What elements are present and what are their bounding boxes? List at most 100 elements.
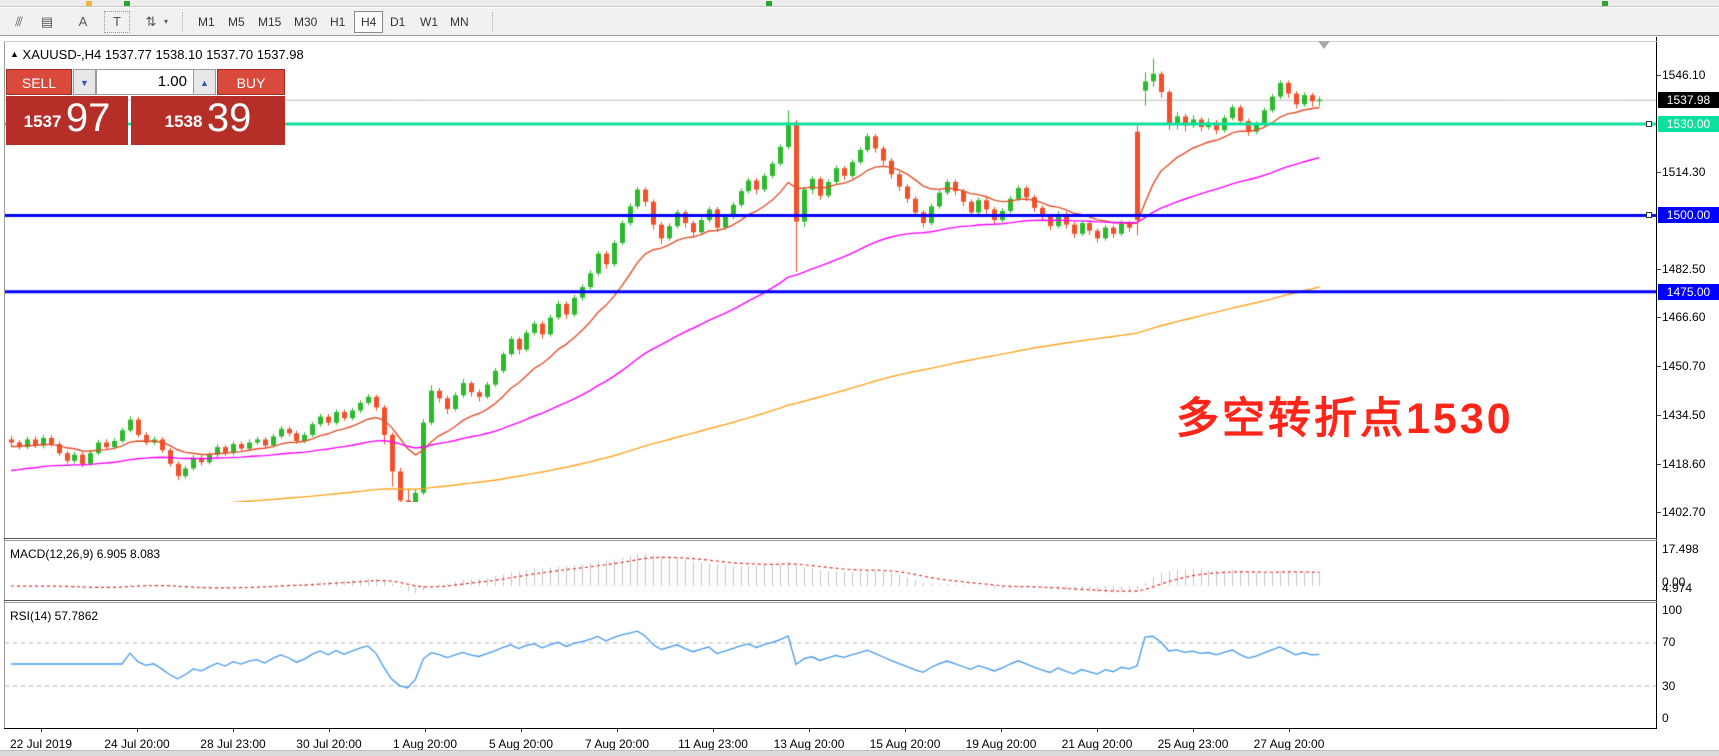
time-axis-line: [4, 728, 1657, 729]
macd-axis-label: 4.974: [1662, 581, 1693, 595]
time-tick: [1289, 728, 1290, 732]
time-tick: [425, 728, 426, 732]
time-tick: [1097, 728, 1098, 732]
mt4-window: ⫻ ▤ A T ⇅ ▾ M1 M5 M15 M30 H1 H4 D1 W1 MN ▲ XAUUS…: [0, 0, 1719, 756]
rsi-axis-label: 100: [1662, 603, 1683, 617]
price-axis-label: 1466.60: [1662, 310, 1706, 325]
timeframe-button-h1[interactable]: H1: [324, 11, 351, 33]
rsi-axis-label: 70: [1662, 635, 1676, 650]
symbol-collapse-icon[interactable]: ▲: [10, 49, 19, 59]
timeframe-button-m5[interactable]: M5: [222, 11, 251, 33]
symbol-ohlc-header: ▲ XAUUSD-,H4 1537.77 1538.10 1537.70 153…: [10, 47, 304, 62]
symbol-label: XAUUSD-,H4: [22, 47, 102, 62]
macd-panel-canvas[interactable]: [5, 541, 1656, 600]
timeframe-button-d1[interactable]: D1: [384, 11, 411, 33]
chart-shift-marker[interactable]: [1318, 41, 1330, 49]
rsi-indicator-label: RSI(14) 57.7862: [10, 609, 99, 623]
macd-axis-label: 17.498: [1662, 542, 1699, 556]
volume-input[interactable]: 1.00: [96, 69, 194, 95]
timeframe-button-m15[interactable]: M15: [252, 11, 287, 33]
price-axis-label: 1418.60: [1662, 456, 1706, 471]
time-axis-label: 21 Aug 20:00: [1061, 737, 1133, 751]
ohlc-values: 1537.77 1538.10 1537.70 1537.98: [104, 47, 304, 62]
main-macd-separator[interactable]: [4, 538, 1657, 539]
rsi-panel-canvas[interactable]: [5, 603, 1656, 728]
price-tick: [1657, 415, 1661, 417]
price-axis-label: 1514.30: [1662, 164, 1706, 179]
macd-rsi-separator[interactable]: [4, 600, 1657, 601]
toolbar-mark-green: [124, 1, 130, 6]
time-axis-label: 7 Aug 20:00: [584, 737, 650, 751]
fibonacci-tool-icon[interactable]: ▤: [34, 11, 60, 33]
hline-handle[interactable]: [1646, 121, 1652, 128]
sell-price-display[interactable]: 1537 97: [6, 96, 128, 145]
time-tick: [329, 728, 330, 732]
price-tick: [1657, 365, 1661, 367]
price-axis-label: 1402.70: [1662, 505, 1706, 519]
price-tick: [1657, 268, 1661, 270]
buy-button[interactable]: BUY: [217, 69, 285, 95]
macd-indicator-label: MACD(12,26,9) 6.905 8.083: [10, 547, 161, 561]
hline-handle[interactable]: [1646, 212, 1652, 219]
buy-price-display[interactable]: 1538 39: [131, 96, 285, 145]
one-click-trade-panel: SELL ▼ 1.00 ▲ BUY 1537 97 1538 39: [6, 69, 285, 145]
time-tick: [41, 728, 42, 732]
price-tick: [1657, 75, 1661, 76]
time-tick: [521, 728, 522, 732]
time-tick: [1001, 728, 1002, 732]
drawing-timeframe-toolbar: ⫻ ▤ A T ⇅ ▾ M1 M5 M15 M30 H1 H4 D1 W1 MN: [0, 8, 1719, 36]
price-badge-blue: 1500.00: [1658, 207, 1719, 224]
volume-increase-button[interactable]: ▲: [193, 69, 216, 95]
time-axis-label: 5 Aug 20:00: [488, 737, 554, 751]
time-axis-label: 19 Aug 20:00: [965, 737, 1037, 751]
timeframe-button-m30[interactable]: M30: [288, 11, 323, 33]
toolbar-separator-2: [492, 12, 493, 32]
time-tick: [713, 728, 714, 732]
time-axis-label: 11 Aug 23:00: [678, 737, 748, 751]
time-axis-label: 28 Jul 23:00: [200, 737, 266, 751]
time-tick: [1193, 728, 1194, 732]
timeframe-button-w1[interactable]: W1: [414, 11, 444, 33]
time-tick: [137, 728, 138, 732]
bottom-scroll-strip[interactable]: [0, 750, 1719, 756]
time-tick: [809, 728, 810, 732]
timeframe-button-mn[interactable]: MN: [444, 11, 475, 33]
chart-right-border: [1656, 37, 1657, 728]
time-axis-label: 30 Jul 20:00: [296, 737, 362, 751]
time-axis-label: 27 Aug 20:00: [1253, 737, 1325, 751]
pitchfork-tool-icon[interactable]: ⫻: [6, 11, 32, 33]
time-tick: [233, 728, 234, 732]
volume-decrease-button[interactable]: ▼: [73, 69, 96, 95]
toolbar-mark-green2: [766, 1, 772, 6]
time-axis-label: 22 Jul 2019: [9, 737, 73, 751]
chart-text-annotation[interactable]: 多空转折点1530: [1176, 384, 1514, 446]
sell-button[interactable]: SELL: [6, 69, 72, 95]
toolbar-mark-green3: [1602, 1, 1608, 6]
rsi-axis-label: 30: [1662, 678, 1676, 693]
price-badge-blue: 1475.00: [1658, 283, 1719, 300]
sell-price-handle: 1537: [23, 112, 62, 131]
chart-area: ▲ XAUUSD-,H4 1537.77 1538.10 1537.70 153…: [0, 37, 1719, 751]
price-tick: [1657, 512, 1661, 513]
timeframe-button-m1[interactable]: M1: [192, 11, 221, 33]
time-axis-label: 25 Aug 23:00: [1157, 737, 1229, 751]
price-axis-label: 1450.70: [1662, 358, 1706, 373]
price-axis-label: 1434.50: [1662, 408, 1706, 423]
time-axis-label: 13 Aug 20:00: [773, 737, 845, 751]
time-axis-label: 24 Jul 20:00: [104, 737, 170, 751]
text-label-tool-icon[interactable]: A: [70, 11, 96, 33]
buy-price-pips: 39: [206, 96, 252, 140]
price-axis-label: 1482.50: [1662, 261, 1706, 276]
time-tick: [617, 728, 618, 732]
toolbar-mark-yellow: [86, 1, 92, 6]
time-axis-label: 1 Aug 20:00: [392, 737, 458, 751]
text-box-tool-icon[interactable]: T: [104, 11, 130, 33]
price-tick: [1657, 317, 1661, 319]
price-tick: [1657, 171, 1661, 173]
arrows-dropdown-icon[interactable]: ▾: [160, 11, 172, 33]
time-tick: [905, 728, 906, 732]
price-tick: [1657, 463, 1661, 465]
sell-price-pips: 97: [65, 96, 111, 140]
toolbar-separator: [182, 12, 183, 32]
timeframe-button-h4[interactable]: H4: [354, 11, 384, 33]
